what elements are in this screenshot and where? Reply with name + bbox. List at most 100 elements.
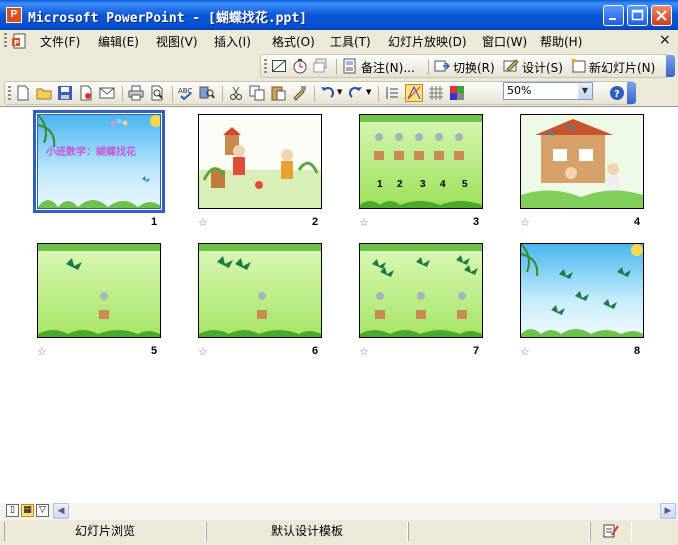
- new-document-icon[interactable]: [15, 85, 31, 101]
- open-folder-icon[interactable]: [36, 85, 52, 101]
- close-button[interactable]: [651, 5, 672, 26]
- new-slide-icon[interactable]: [570, 58, 586, 74]
- horizontal-scrollbar[interactable]: [0, 503, 678, 520]
- toolbar-grip[interactable]: [264, 59, 267, 75]
- expand-all-icon[interactable]: [384, 85, 400, 101]
- slideshow-view-icon[interactable]: ▽: [36, 504, 49, 517]
- grid-icon[interactable]: [428, 85, 444, 101]
- research-icon[interactable]: [199, 85, 215, 101]
- spelling-status-icon: [603, 524, 619, 538]
- cut-icon[interactable]: [228, 85, 244, 101]
- status-view-name: 幻灯片浏览: [4, 522, 206, 541]
- slide-1-title: 小班数学：蝴蝶找花: [45, 145, 136, 158]
- slide-number-6: 6: [312, 345, 319, 357]
- hide-slide-icon[interactable]: [271, 58, 287, 74]
- slide-2-picture: [199, 115, 321, 208]
- slide-3-picture: 1 2 3 4 5: [360, 115, 482, 208]
- undo-icon[interactable]: [319, 85, 335, 101]
- new-slide-button[interactable]: 新幻灯片(N): [589, 59, 655, 76]
- menu-format[interactable]: 格式(O): [272, 33, 315, 50]
- slide-thumbnail-5[interactable]: [37, 243, 161, 338]
- menu-slideshow[interactable]: 幻灯片放映(D): [388, 33, 467, 50]
- status-empty-pane: [408, 522, 590, 541]
- svg-text:P: P: [14, 39, 19, 47]
- transition-star-icon[interactable]: ☆: [359, 345, 369, 358]
- zoom-value: 50%: [507, 84, 532, 97]
- document-close-button[interactable]: ×: [659, 32, 671, 48]
- minimize-icon: [609, 18, 616, 20]
- transition-star-icon[interactable]: ☆: [359, 216, 369, 229]
- help-icon[interactable]: ?: [609, 85, 625, 101]
- menu-edit[interactable]: 编辑(E): [98, 33, 139, 50]
- transition-star-icon[interactable]: ☆: [198, 345, 208, 358]
- rehearse-timings-icon[interactable]: [292, 58, 308, 74]
- redo-dropdown-arrow[interactable]: ▼: [366, 88, 371, 96]
- slide-sorter-view[interactable]: 小班数学：蝴蝶找花 1 ☆ 2 1 2 3 4 5 ☆ 3 ☆ 4 ☆ 5 ☆ …: [0, 106, 678, 503]
- minimize-button[interactable]: [603, 5, 624, 26]
- slide-thumbnail-8[interactable]: [520, 243, 644, 338]
- slide-thumbnail-3[interactable]: 1 2 3 4 5: [359, 114, 483, 209]
- title-bar: P Microsoft PowerPoint - [蝴蝶找花.ppt]: [0, 0, 678, 30]
- transition-star-icon[interactable]: ☆: [37, 345, 47, 358]
- status-spelling-pane[interactable]: [590, 522, 632, 541]
- status-template-name: 默认设计模板: [206, 522, 408, 541]
- menu-help[interactable]: 帮助(H): [540, 33, 582, 50]
- slide-number-1: 1: [151, 216, 158, 228]
- slide-7-picture: [360, 244, 482, 337]
- paste-icon[interactable]: [270, 85, 286, 101]
- scroll-right-arrow[interactable]: ▶: [660, 503, 676, 519]
- slide-3-number-4: 4: [440, 179, 446, 190]
- slide-thumbnail-2[interactable]: [198, 114, 322, 209]
- slide-design-icon[interactable]: [503, 58, 519, 74]
- slide-thumbnail-7[interactable]: [359, 243, 483, 338]
- notes-button[interactable]: 备注(N)...: [361, 59, 415, 76]
- menubar-grip[interactable]: [4, 33, 7, 49]
- slide-transition-icon[interactable]: [434, 58, 450, 74]
- slide-3-number-2: 2: [397, 179, 403, 190]
- zoom-select[interactable]: 50% ▼: [503, 82, 593, 100]
- slide-number-2: 2: [312, 216, 319, 228]
- email-icon[interactable]: [99, 85, 115, 101]
- slide-6-picture: [199, 244, 321, 337]
- print-preview-icon[interactable]: [149, 85, 165, 101]
- slide-thumbnail-4[interactable]: [520, 114, 644, 209]
- redo-icon[interactable]: [348, 85, 364, 101]
- toolbar-options-button-2[interactable]: [627, 82, 636, 104]
- copy-icon[interactable]: [249, 85, 265, 101]
- transition-button[interactable]: 切换(R): [453, 59, 495, 76]
- transition-star-icon[interactable]: ☆: [198, 216, 208, 229]
- slide-sorter-view-icon[interactable]: ▦: [21, 504, 34, 517]
- summary-slide-icon[interactable]: [313, 58, 329, 74]
- menu-tools[interactable]: 工具(T): [330, 33, 371, 50]
- menu-file[interactable]: 文件(F): [40, 33, 80, 50]
- undo-dropdown-arrow[interactable]: ▼: [337, 88, 342, 96]
- document-icon[interactable]: P: [11, 33, 27, 49]
- slide-4-picture: [521, 115, 643, 208]
- slide-thumbnail-1[interactable]: 小班数学：蝴蝶找花: [33, 110, 165, 213]
- close-icon: [656, 10, 667, 21]
- chevron-down-icon[interactable]: ▼: [578, 83, 592, 99]
- menu-bar: P 文件(F) 编辑(E) 视图(V) 插入(I) 格式(O) 工具(T) 幻灯…: [0, 30, 678, 52]
- menu-insert[interactable]: 插入(I): [214, 33, 251, 50]
- scroll-left-arrow[interactable]: ◀: [53, 503, 69, 519]
- transition-star-icon[interactable]: ☆: [520, 216, 530, 229]
- normal-view-icon[interactable]: ▯: [6, 504, 19, 517]
- speaker-notes-icon[interactable]: [342, 58, 358, 74]
- toolbar-options-button[interactable]: [666, 55, 675, 77]
- powerpoint-icon[interactable]: P: [6, 7, 22, 23]
- maximize-button[interactable]: [627, 5, 648, 26]
- save-icon[interactable]: [57, 85, 73, 101]
- spelling-icon[interactable]: ABC: [178, 85, 194, 101]
- menu-view[interactable]: 视图(V): [156, 33, 198, 50]
- format-painter-icon[interactable]: [291, 85, 307, 101]
- transition-star-icon[interactable]: ☆: [520, 345, 530, 358]
- svg-text:?: ?: [614, 89, 620, 100]
- menu-window[interactable]: 窗口(W): [482, 33, 527, 50]
- design-button[interactable]: 设计(S): [522, 59, 563, 76]
- show-formatting-icon[interactable]: [405, 84, 423, 102]
- permission-icon[interactable]: [78, 85, 94, 101]
- slide-thumbnail-6[interactable]: [198, 243, 322, 338]
- print-icon[interactable]: [128, 85, 144, 101]
- color-grayscale-icon[interactable]: [449, 85, 465, 101]
- toolbar-grip[interactable]: [8, 86, 11, 102]
